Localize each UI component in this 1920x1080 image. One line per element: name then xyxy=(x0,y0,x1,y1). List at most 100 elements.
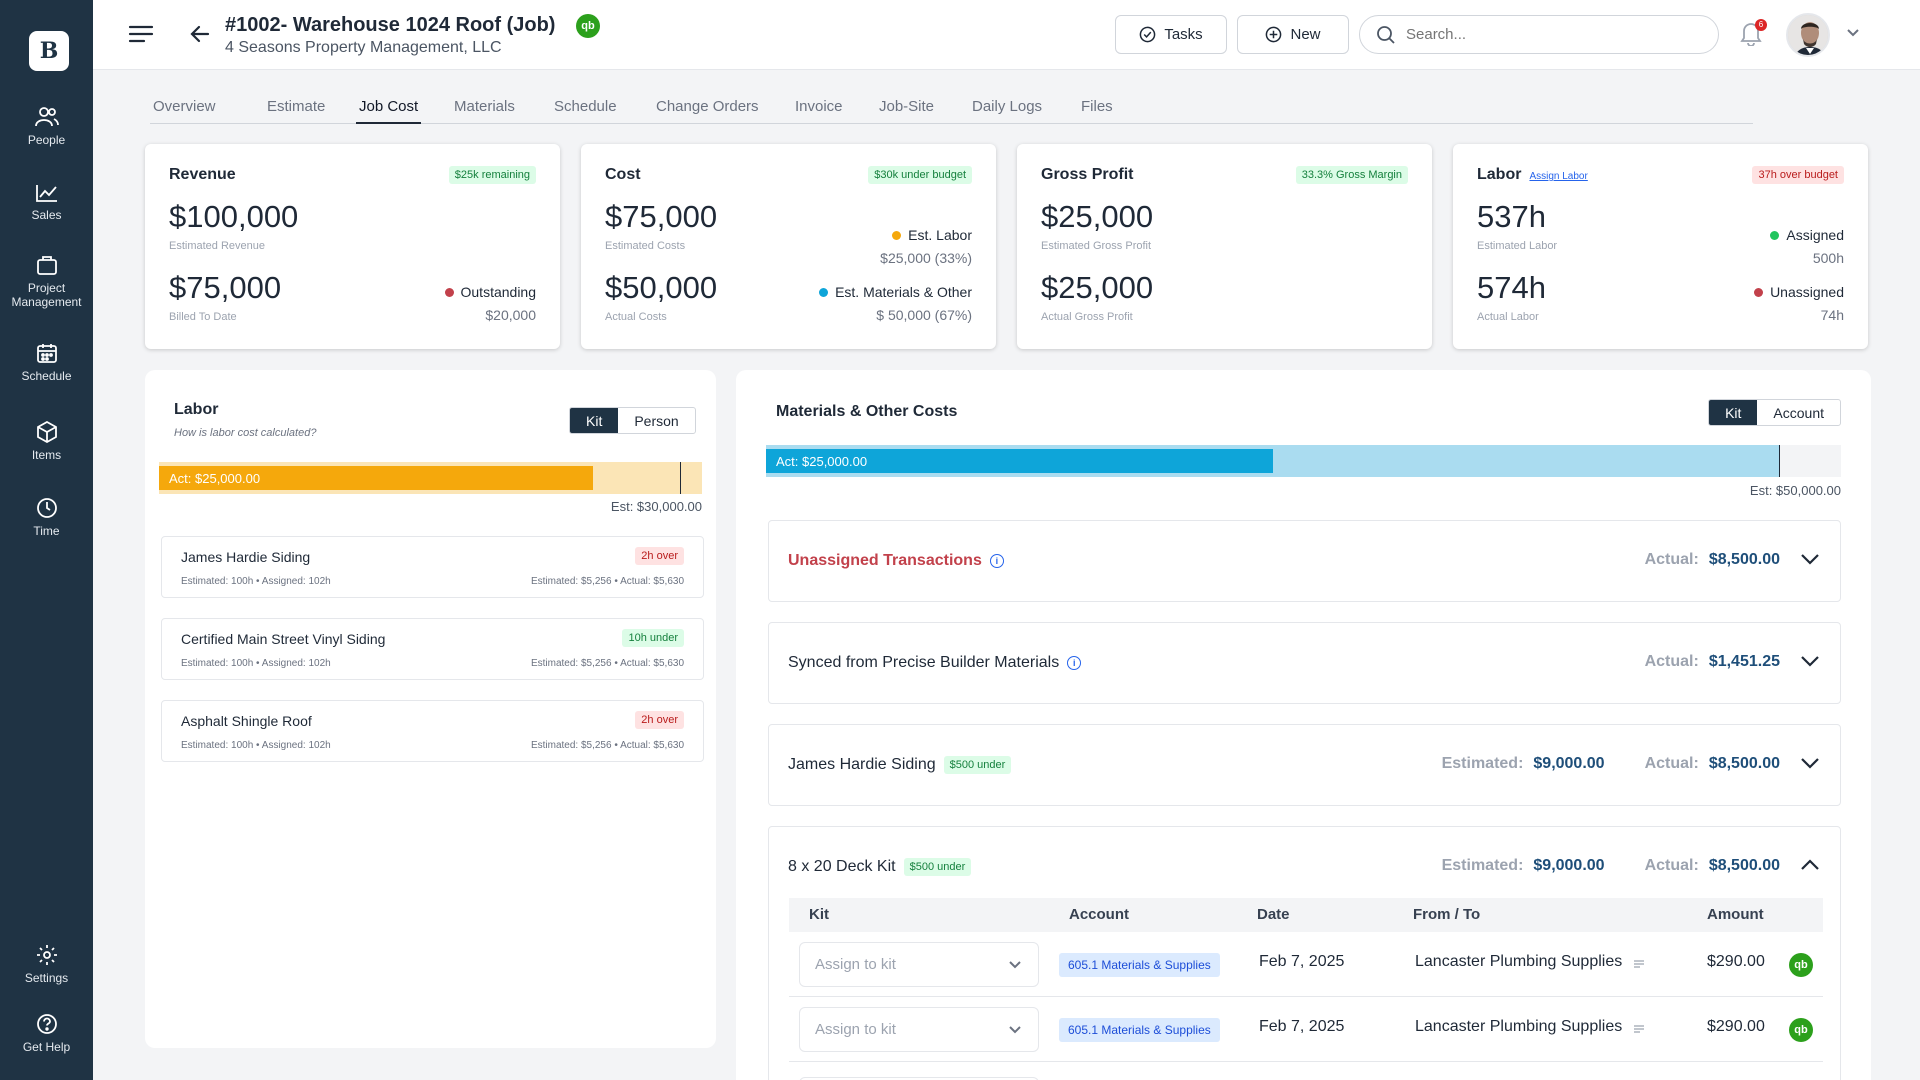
toggle-kit[interactable]: Kit xyxy=(1709,400,1758,425)
search-box[interactable] xyxy=(1359,15,1719,54)
materials-progress-track: Act: $25,000.00 xyxy=(766,445,1841,477)
tab-files[interactable]: Files xyxy=(1081,98,1113,124)
tab-change-orders[interactable]: Change Orders xyxy=(656,98,759,124)
from-to-cell: Lancaster Plumbing Supplies xyxy=(1415,1018,1623,1035)
tab-materials[interactable]: Materials xyxy=(454,98,515,124)
estimated-value: $75,000 xyxy=(605,199,718,234)
materials-actual-label: Act: $25,000.00 xyxy=(776,454,868,469)
status-badge: $500 under xyxy=(943,756,1012,774)
sidebar-item-settings[interactable]: Settings xyxy=(0,944,93,985)
card-title: Gross Profit xyxy=(1041,166,1134,183)
chevron-down-icon[interactable] xyxy=(1800,756,1820,770)
sidebar-item-label: Sales xyxy=(31,208,62,222)
sidebar-item-time[interactable]: Time xyxy=(0,497,93,538)
list-item[interactable]: Asphalt Shingle Roof 2h over Estimated: … xyxy=(161,700,704,762)
legend-label: Est. Materials & Other xyxy=(835,284,972,300)
check-circle-icon xyxy=(1139,26,1156,43)
dot-icon xyxy=(892,230,902,240)
toggle-person[interactable]: Person xyxy=(618,408,694,433)
row-values: Estimated: $9,000.00 Actual: $8,500.00 xyxy=(1442,857,1780,875)
sidebar-item-get-help[interactable]: Get Help xyxy=(0,1013,93,1054)
estimated-value: 537h xyxy=(1477,199,1546,234)
status-badge: $25k remaining xyxy=(448,166,536,184)
sidebar-item-people[interactable]: People xyxy=(0,106,93,147)
legend-label: Est. Labor xyxy=(908,227,972,243)
info-icon[interactable]: i xyxy=(989,554,1004,568)
tab-estimate[interactable]: Estimate xyxy=(267,98,325,124)
item-name: Certified Main Street Vinyl Siding xyxy=(181,631,386,647)
actual-value: $8,500.00 xyxy=(1708,551,1780,568)
row-values: Actual: $1,451.25 xyxy=(1645,653,1780,671)
gear-icon xyxy=(36,945,57,965)
card-title: Cost xyxy=(605,166,641,183)
panel-title: Materials & Other Costs xyxy=(776,403,958,420)
account-tag[interactable]: 605.1 Materials & Supplies xyxy=(1059,1018,1220,1042)
actual-key: Actual: xyxy=(1644,755,1699,772)
sidebar-item-sales[interactable]: Sales xyxy=(0,183,93,222)
chevron-down-icon[interactable] xyxy=(1800,552,1820,566)
estimate-marker xyxy=(1779,445,1780,477)
estimated-value: $25,000 xyxy=(1041,199,1154,234)
actual-value: $50,000 xyxy=(605,270,718,305)
dot-icon xyxy=(819,287,829,297)
legend-value: $25,000 (33%) xyxy=(880,250,972,266)
column-header: From / To xyxy=(1413,906,1481,923)
tab-job-site[interactable]: Job-Site xyxy=(879,98,934,124)
assign-kit-select[interactable]: Assign to kit xyxy=(799,1007,1039,1052)
quickbooks-icon[interactable]: qb xyxy=(1789,1018,1813,1042)
tab-invoice[interactable]: Invoice xyxy=(795,98,843,124)
plus-circle-icon xyxy=(1266,26,1282,43)
sidebar-item-items[interactable]: Items xyxy=(0,421,93,462)
revenue-card: Revenue $25k remaining $100,000 Estimate… xyxy=(145,144,560,349)
select-placeholder: Assign to kit xyxy=(815,1021,896,1038)
item-name: James Hardie Siding xyxy=(181,549,311,565)
briefcase-icon xyxy=(36,256,57,275)
quickbooks-icon[interactable]: qb xyxy=(576,14,600,38)
list-item[interactable]: Certified Main Street Vinyl Siding 10h u… xyxy=(161,618,704,680)
quickbooks-icon[interactable]: qb xyxy=(1789,953,1813,977)
labor-cost-hint-link[interactable]: How is labor cost calculated? xyxy=(174,427,316,439)
sidebar-item-schedule[interactable]: Schedule xyxy=(0,342,93,383)
column-header: Account xyxy=(1069,906,1129,923)
app-logo[interactable]: B xyxy=(29,31,69,71)
cost-card: Cost $30k under budget $75,000 Estimated… xyxy=(581,144,996,349)
chevron-down-icon[interactable] xyxy=(1846,28,1860,38)
info-icon[interactable]: i xyxy=(1067,656,1082,670)
assign-kit-select[interactable]: Assign to kit xyxy=(799,942,1039,987)
materials-view-toggle: Kit Account xyxy=(1708,399,1841,426)
labor-panel: Labor How is labor cost calculated? Kit … xyxy=(145,370,716,1048)
back-arrow-icon[interactable] xyxy=(188,22,212,46)
account-tag[interactable]: 605.1 Materials & Supplies xyxy=(1059,953,1220,977)
estimated-key: Estimated: xyxy=(1441,857,1524,874)
tasks-button[interactable]: Tasks xyxy=(1115,15,1227,54)
unassigned-transactions-row[interactable]: Unassigned Transactions i Actual: $8,500.0… xyxy=(768,520,1841,602)
menu-icon[interactable] xyxy=(128,24,154,44)
notes-icon[interactable] xyxy=(1634,1024,1644,1034)
row-title[interactable]: 8 x 20 Deck Kit $500 under xyxy=(788,858,972,876)
synced-materials-row[interactable]: Synced from Precise Builder Materials i A… xyxy=(768,622,1841,704)
row-title: Synced from Precise Builder Materials i xyxy=(788,654,1082,672)
estimated-label: Estimated Revenue xyxy=(169,240,265,252)
tab-schedule[interactable]: Schedule xyxy=(554,98,617,124)
sidebar-item-project-management[interactable]: Project Management xyxy=(0,254,93,309)
kit-row-james-hardie[interactable]: James Hardie Siding $500 under Estimated:… xyxy=(768,724,1841,806)
row-title-text: James Hardie Siding xyxy=(788,756,936,773)
tab-job-cost[interactable]: Job Cost xyxy=(356,98,422,124)
actual-value: $75,000 xyxy=(169,270,282,305)
list-item[interactable]: James Hardie Siding 2h over Estimated: 1… xyxy=(161,536,704,598)
new-button[interactable]: New xyxy=(1237,15,1349,54)
chevron-up-icon[interactable] xyxy=(1800,858,1820,872)
search-input[interactable] xyxy=(1406,26,1696,43)
toggle-kit[interactable]: Kit xyxy=(570,408,619,433)
assign-labor-link[interactable]: Assign Labor xyxy=(1529,171,1587,182)
notes-icon[interactable] xyxy=(1634,959,1644,969)
toggle-account[interactable]: Account xyxy=(1757,400,1840,425)
top-header: #1002- Warehouse 1024 Roof (Job) 4 Seaso… xyxy=(93,0,1920,70)
tab-overview[interactable]: Overview xyxy=(153,98,216,124)
chevron-down-icon[interactable] xyxy=(1800,654,1820,668)
tab-daily-logs[interactable]: Daily Logs xyxy=(972,98,1042,124)
clock-icon xyxy=(36,498,57,518)
actual-value: 574h xyxy=(1477,270,1546,305)
box-icon xyxy=(36,421,57,443)
avatar[interactable] xyxy=(1786,13,1830,57)
